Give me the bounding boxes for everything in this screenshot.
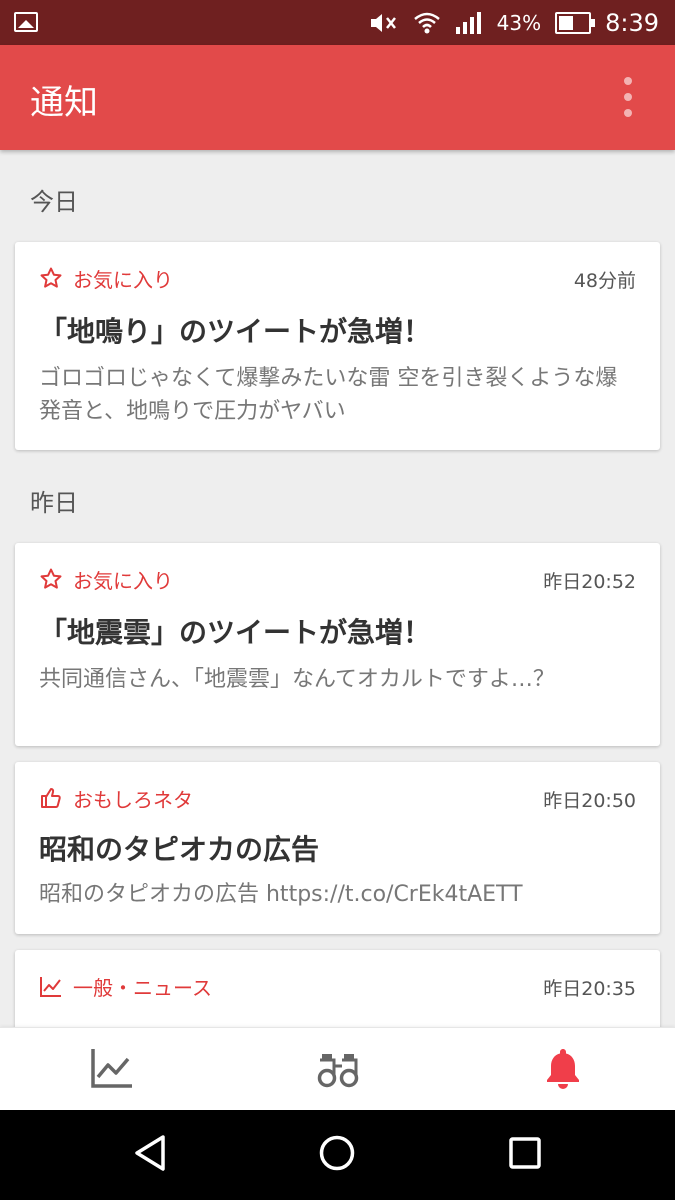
card-category-label: おもしろネタ xyxy=(73,787,193,812)
card-category: おもしろネタ xyxy=(39,784,193,812)
home-circle-icon xyxy=(318,1134,356,1176)
home-button[interactable] xyxy=(317,1135,357,1175)
recents-button[interactable] xyxy=(505,1135,545,1175)
battery-percent: 43% xyxy=(496,10,542,35)
nav-notifications-button[interactable] xyxy=(537,1044,589,1096)
nav-trends-button[interactable] xyxy=(86,1044,138,1096)
section-header-yesterday: 昨日 xyxy=(30,489,78,517)
card-title: 「地鳴り」のツイートが急増！ xyxy=(39,315,432,348)
card-title: 「地震雲」のツイートが急増！ xyxy=(39,616,432,649)
dot-icon xyxy=(624,77,632,85)
notification-card[interactable]: お気に入り 昨日20:52 「地震雲」のツイートが急増！ 共同通信さん、「地震雲… xyxy=(15,543,660,746)
card-time: 48分前 xyxy=(573,270,636,292)
mute-icon xyxy=(369,11,399,35)
thumbs-up-icon xyxy=(39,786,63,810)
trending-icon xyxy=(39,974,63,998)
card-time: 昨日20:52 xyxy=(543,571,636,593)
binoculars-icon xyxy=(316,1048,360,1092)
card-category: お気に入り xyxy=(39,565,173,593)
card-time: 昨日20:35 xyxy=(543,978,636,1000)
trend-chart-icon xyxy=(90,1047,134,1093)
overflow-menu-button[interactable] xyxy=(623,77,633,117)
clock: 8:39 xyxy=(605,8,659,37)
battery-icon xyxy=(555,11,596,34)
card-category-label: 一般・ニュース xyxy=(73,975,212,1000)
status-icons: 43% 8:39 xyxy=(369,0,659,45)
card-body: ゴロゴロじゃなくて爆撃みたいな雷 空を引き裂くような爆発音と、地鳴りで圧力がヤバ… xyxy=(39,366,618,424)
card-category-label: お気に入り xyxy=(73,568,173,593)
card-body: 昭和のタピオカの広告 https://t.co/CrEk4tAETT xyxy=(39,882,523,907)
dot-icon xyxy=(624,93,632,101)
back-triangle-icon xyxy=(133,1134,167,1176)
card-category: お気に入り xyxy=(39,264,173,292)
card-body: 共同通信さん、「地震雲」なんてオカルトですよ…？ xyxy=(39,667,555,692)
nav-explore-button[interactable] xyxy=(312,1044,364,1096)
signal-icon xyxy=(455,11,483,35)
notification-card[interactable]: お気に入り 48分前 「地鳴り」のツイートが急増！ ゴロゴロじゃなくて爆撃みたい… xyxy=(15,242,660,450)
recents-square-icon xyxy=(508,1136,542,1174)
system-navigation-bar xyxy=(0,1110,675,1200)
page-title: 通知 xyxy=(30,83,98,123)
back-button[interactable] xyxy=(130,1135,170,1175)
card-time: 昨日20:50 xyxy=(543,790,636,812)
app-bar: 通知 xyxy=(0,45,675,150)
bottom-navigation xyxy=(0,1027,675,1110)
card-category-label: お気に入り xyxy=(73,267,173,292)
card-category: 一般・ニュース xyxy=(39,972,212,1000)
bell-icon xyxy=(543,1046,583,1094)
wifi-icon xyxy=(413,11,441,35)
status-bar: 43% 8:39 xyxy=(0,0,675,45)
card-title: 昭和のタピオカの広告 xyxy=(39,833,320,866)
dot-icon xyxy=(624,109,632,117)
image-notification-icon xyxy=(14,12,38,32)
notification-card[interactable]: おもしろネタ 昨日20:50 昭和のタピオカの広告 昭和のタピオカの広告 htt… xyxy=(15,762,660,934)
star-icon xyxy=(39,266,63,290)
star-icon xyxy=(39,567,63,591)
section-header-today: 今日 xyxy=(30,188,78,216)
